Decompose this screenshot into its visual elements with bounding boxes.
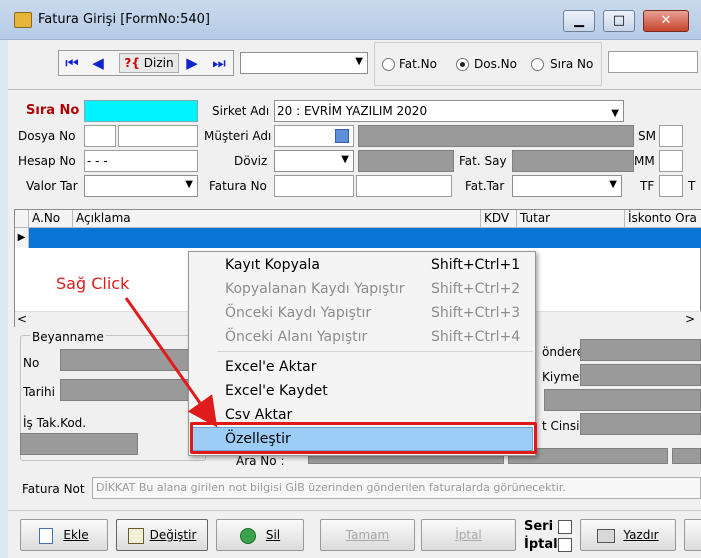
annotation-arrow-icon [124, 297, 218, 428]
